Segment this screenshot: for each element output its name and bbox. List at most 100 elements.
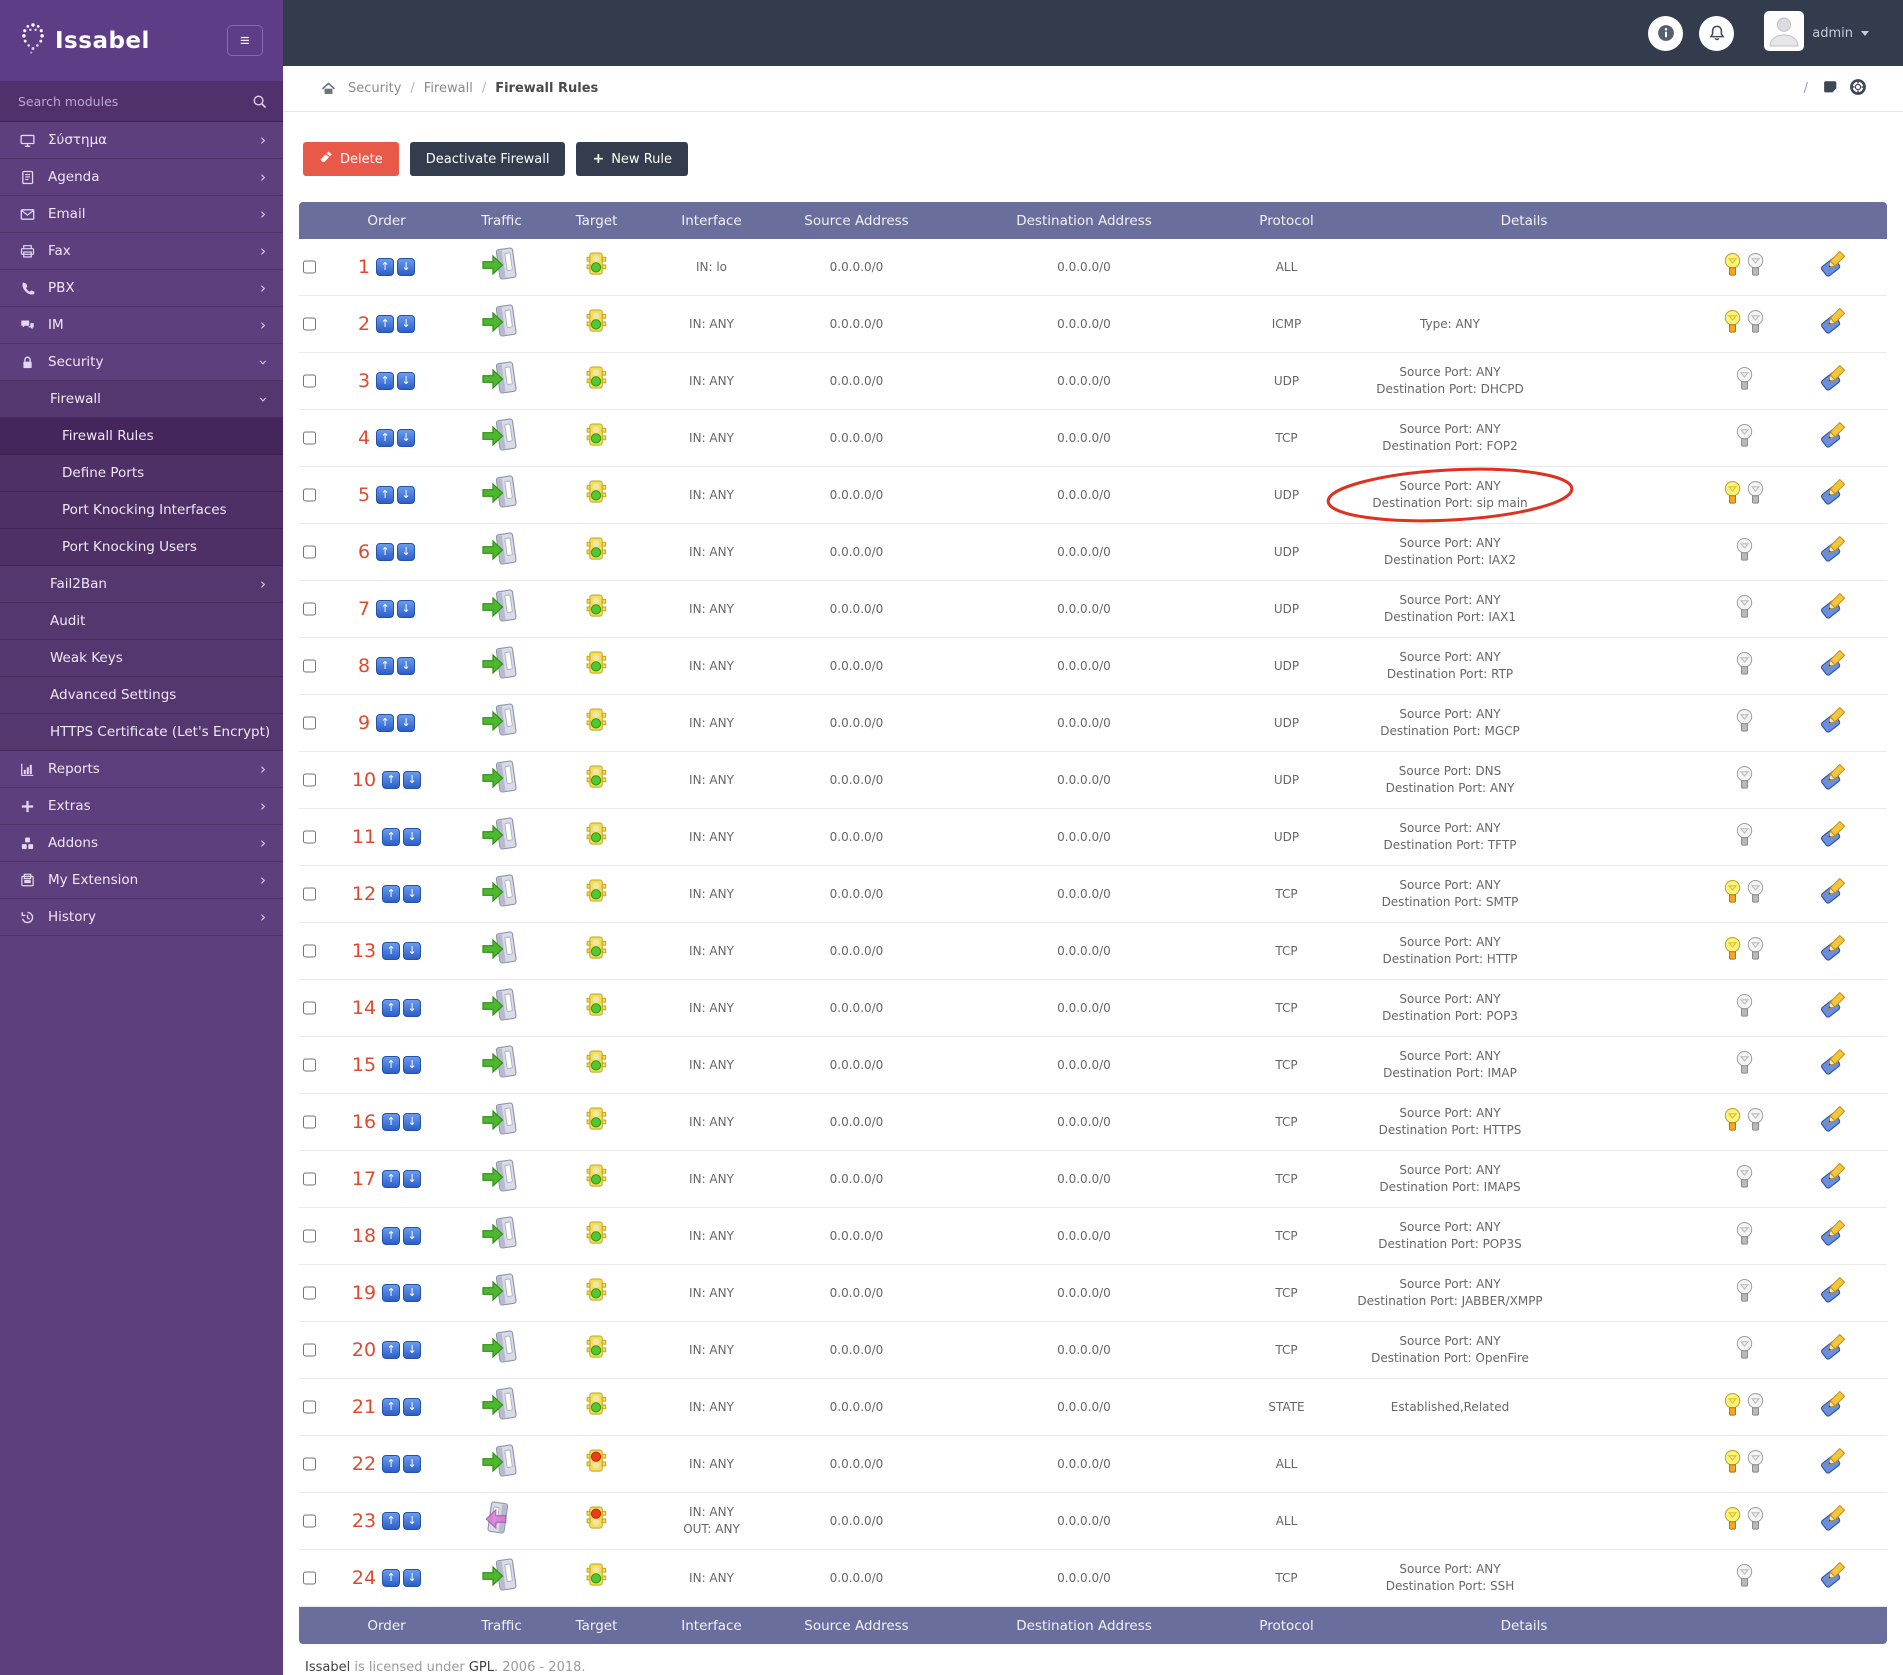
move-down-button[interactable]: ↓ [403, 1284, 422, 1302]
move-down-button[interactable]: ↓ [403, 1455, 422, 1473]
bulb-off-icon[interactable] [1735, 993, 1754, 1023]
row-select-checkbox[interactable] [303, 1286, 316, 1300]
row-select-checkbox[interactable] [303, 317, 316, 331]
edit-rule-icon[interactable] [1820, 877, 1847, 910]
row-select-checkbox[interactable] [303, 1571, 316, 1585]
move-down-button[interactable]: ↓ [397, 429, 416, 447]
bulb-off-icon[interactable] [1735, 651, 1754, 681]
bulb-on-icon[interactable] [1723, 252, 1742, 282]
edit-rule-icon[interactable] [1820, 592, 1847, 625]
bulb-off-icon[interactable] [1735, 822, 1754, 852]
row-select-checkbox[interactable] [303, 374, 316, 388]
rule-order-link[interactable]: 3 [358, 368, 370, 395]
row-select-checkbox[interactable] [303, 1001, 316, 1015]
move-down-button[interactable]: ↓ [403, 771, 422, 789]
move-down-button[interactable]: ↓ [397, 714, 416, 732]
bulb-on-icon[interactable] [1723, 480, 1742, 510]
edit-rule-icon[interactable] [1820, 1219, 1847, 1252]
move-down-button[interactable]: ↓ [397, 657, 416, 675]
move-down-button[interactable]: ↓ [403, 942, 422, 960]
move-up-button[interactable]: ↑ [382, 885, 401, 903]
rule-order-link[interactable]: 9 [358, 710, 370, 737]
issabel-logo[interactable]: Issabel [20, 22, 150, 59]
sidebar-item-history[interactable]: History › [0, 899, 283, 936]
sidebar-item-security[interactable]: Security › [0, 344, 283, 381]
move-up-button[interactable]: ↑ [376, 486, 395, 504]
move-up-button[interactable]: ↑ [376, 258, 395, 276]
move-down-button[interactable]: ↓ [403, 885, 422, 903]
rule-order-link[interactable]: 19 [352, 1280, 376, 1307]
sidebar-item-addons[interactable]: Addons › [0, 825, 283, 862]
bulb-off-icon[interactable] [1746, 480, 1765, 510]
move-up-button[interactable]: ↑ [382, 1341, 401, 1359]
rule-order-link[interactable]: 18 [352, 1223, 376, 1250]
rule-order-link[interactable]: 16 [352, 1109, 376, 1136]
bulb-on-icon[interactable] [1723, 1449, 1742, 1479]
rule-order-link[interactable]: 5 [358, 482, 370, 509]
bulb-off-icon[interactable] [1735, 423, 1754, 453]
sidebar-item-pbx[interactable]: PBX › [0, 270, 283, 307]
move-up-button[interactable]: ↑ [382, 1455, 401, 1473]
edit-rule-icon[interactable] [1820, 1276, 1847, 1309]
bulb-off-icon[interactable] [1746, 309, 1765, 339]
bulb-on-icon[interactable] [1723, 1392, 1742, 1422]
move-up-button[interactable]: ↑ [382, 771, 401, 789]
row-select-checkbox[interactable] [303, 1400, 316, 1414]
row-select-checkbox[interactable] [303, 830, 316, 844]
bulb-off-icon[interactable] [1735, 1050, 1754, 1080]
move-up-button[interactable]: ↑ [382, 1569, 401, 1587]
breadcrumb-security[interactable]: Security [348, 81, 401, 96]
row-select-checkbox[interactable] [303, 431, 316, 445]
edit-rule-icon[interactable] [1820, 1390, 1847, 1423]
bulb-off-icon[interactable] [1746, 936, 1765, 966]
bulb-on-icon[interactable] [1723, 936, 1742, 966]
sidebar-item-define-ports[interactable]: Define Ports › [0, 455, 283, 492]
move-up-button[interactable]: ↑ [382, 1512, 401, 1530]
bulb-off-icon[interactable] [1735, 594, 1754, 624]
sidebar-item-agenda[interactable]: Agenda › [0, 159, 283, 196]
rule-order-link[interactable]: 15 [352, 1052, 376, 1079]
move-up-button[interactable]: ↑ [376, 315, 395, 333]
row-select-checkbox[interactable] [303, 545, 316, 559]
delete-button[interactable]: Delete [303, 142, 399, 176]
move-down-button[interactable]: ↓ [397, 543, 416, 561]
home-icon[interactable] [321, 81, 336, 96]
move-up-button[interactable]: ↑ [382, 1113, 401, 1131]
edit-rule-icon[interactable] [1820, 1162, 1847, 1195]
row-select-checkbox[interactable] [303, 1058, 316, 1072]
rule-order-link[interactable]: 4 [358, 425, 370, 452]
bulb-on-icon[interactable] [1723, 1506, 1742, 1536]
move-down-button[interactable]: ↓ [403, 1341, 422, 1359]
edit-rule-icon[interactable] [1820, 421, 1847, 454]
move-up-button[interactable]: ↑ [376, 372, 395, 390]
move-up-button[interactable]: ↑ [376, 600, 395, 618]
row-select-checkbox[interactable] [303, 659, 316, 673]
bulb-off-icon[interactable] [1746, 252, 1765, 282]
edit-rule-icon[interactable] [1820, 649, 1847, 682]
sidebar-item-port-knocking-users[interactable]: Port Knocking Users › [0, 529, 283, 566]
rule-order-link[interactable]: 17 [352, 1166, 376, 1193]
rule-order-link[interactable]: 1 [358, 254, 370, 281]
edit-rule-icon[interactable] [1820, 478, 1847, 511]
deactivate-firewall-button[interactable]: Deactivate Firewall [409, 142, 566, 176]
rule-order-link[interactable]: 10 [352, 767, 376, 794]
rule-order-link[interactable]: 12 [352, 881, 376, 908]
rule-order-link[interactable]: 22 [352, 1451, 376, 1478]
sidebar-item-my-extension[interactable]: My Extension › [0, 862, 283, 899]
move-down-button[interactable]: ↓ [397, 258, 416, 276]
bulb-off-icon[interactable] [1746, 1506, 1765, 1536]
sidebar-item-im[interactable]: IM › [0, 307, 283, 344]
edit-rule-icon[interactable] [1820, 1105, 1847, 1138]
edit-rule-icon[interactable] [1820, 535, 1847, 568]
rule-order-link[interactable]: 11 [352, 824, 376, 851]
row-select-checkbox[interactable] [303, 773, 316, 787]
sidebar-item-https-certificate[interactable]: HTTPS Certificate (Let's Encrypt) › [0, 714, 283, 751]
edit-rule-icon[interactable] [1820, 364, 1847, 397]
move-up-button[interactable]: ↑ [382, 942, 401, 960]
move-up-button[interactable]: ↑ [382, 1170, 401, 1188]
bulb-on-icon[interactable] [1723, 1107, 1742, 1137]
move-down-button[interactable]: ↓ [403, 1227, 422, 1245]
move-down-button[interactable]: ↓ [403, 1113, 422, 1131]
rule-order-link[interactable]: 2 [358, 311, 370, 338]
move-up-button[interactable]: ↑ [382, 1227, 401, 1245]
